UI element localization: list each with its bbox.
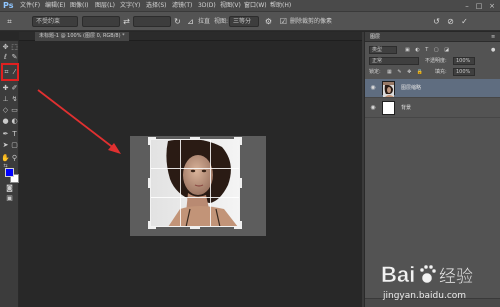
crop-handle-bottom[interactable] — [190, 227, 200, 229]
opacity-label: 不透明度: — [425, 58, 447, 64]
layer-name[interactable]: 图层缩略 — [401, 84, 421, 92]
svg-text:经验: 经验 — [439, 267, 473, 287]
baidu-jingyan-watermark: Bai 经验 — [381, 262, 473, 288]
layers-tab[interactable]: 图层 — [370, 33, 380, 41]
crop-handle-right[interactable] — [240, 178, 242, 188]
panel-menu-icon[interactable]: ≡ — [491, 33, 495, 41]
foreground-color-swatch[interactable] — [5, 168, 14, 177]
layer-thumbnail — [382, 101, 395, 115]
watermark-url: jingyan.baidu.com — [383, 291, 467, 301]
crop-frame[interactable] — [150, 139, 240, 227]
crop-handle-bottom-right[interactable] — [240, 221, 242, 229]
svg-text:Bai: Bai — [381, 262, 415, 287]
layer-row-selected[interactable]: ◉ 图层缩略 — [365, 79, 500, 98]
layer-name[interactable]: 背景 — [401, 104, 411, 112]
blend-mode-select[interactable]: 正常 — [369, 57, 419, 65]
eye-icon[interactable]: ◉ — [369, 104, 377, 112]
layer-kind-filter[interactable]: 类型 — [369, 46, 397, 54]
layer-row[interactable]: ◉ 背景 — [365, 99, 500, 118]
crop-handle-top[interactable] — [190, 137, 200, 139]
opacity-field[interactable]: 100% — [453, 57, 475, 65]
filter-icons[interactable]: ▣ ◐ T ▢ ◪ — [405, 46, 451, 54]
fill-field[interactable]: 100% — [453, 68, 475, 76]
eye-icon[interactable]: ◉ — [369, 84, 377, 92]
lock-label: 锁定: — [369, 69, 381, 75]
crop-handle-left[interactable] — [148, 178, 150, 188]
crop-handle-top-right[interactable] — [240, 137, 242, 145]
layer-thumbnail — [382, 81, 395, 97]
layers-panel-header — [365, 32, 500, 42]
crop-handle-top-left[interactable] — [148, 137, 150, 145]
fill-label: 填充: — [435, 69, 447, 75]
lock-icons[interactable]: ▦ ✎ ✥ 🔒 — [387, 68, 425, 76]
filter-toggle-icon[interactable]: ● — [491, 46, 495, 54]
crop-handle-bottom-left[interactable] — [148, 221, 150, 229]
